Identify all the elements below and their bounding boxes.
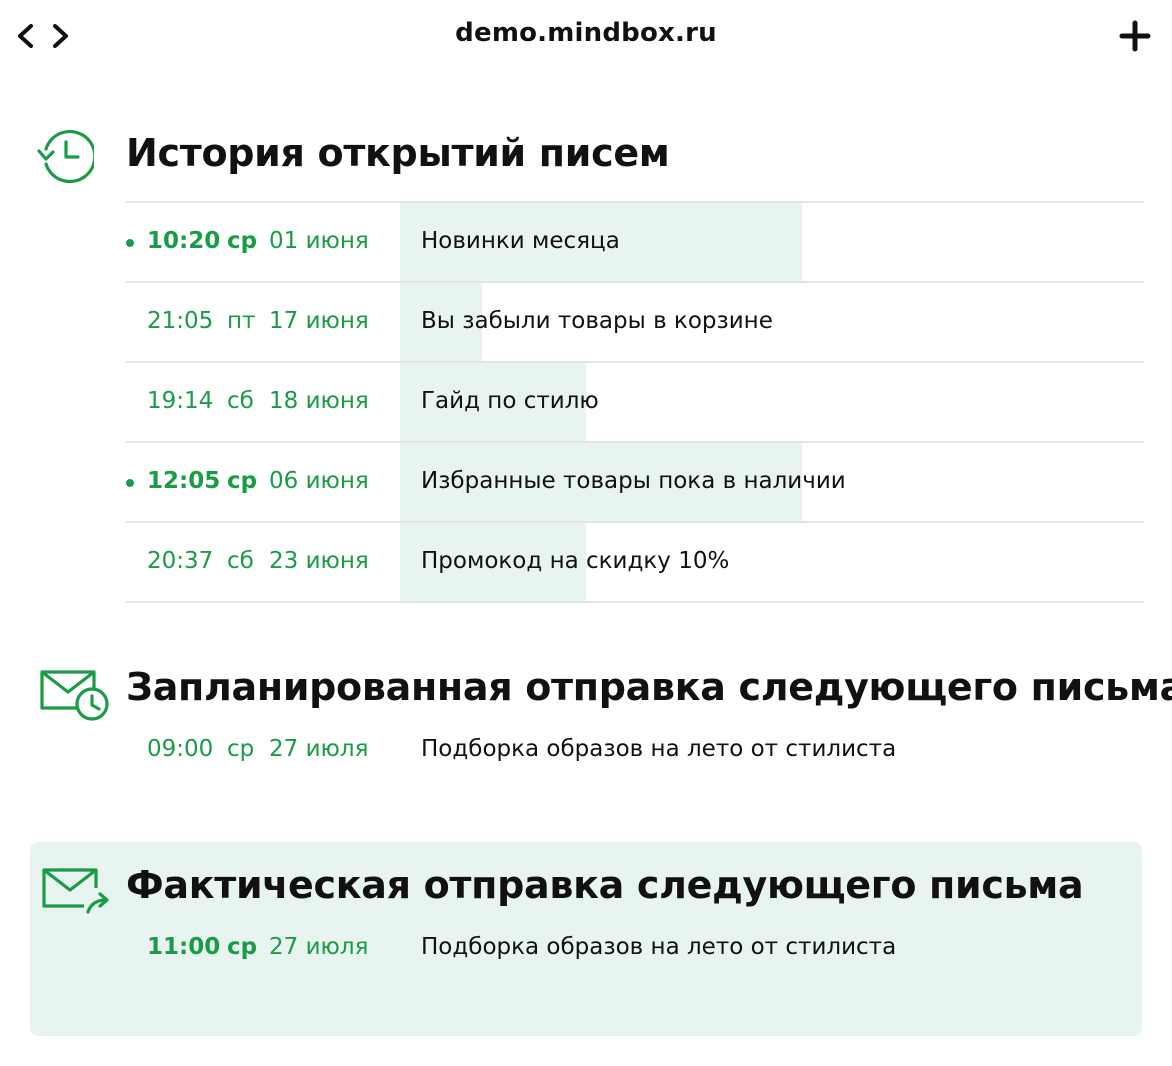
divider — [126, 601, 1144, 603]
actual-time: 11:00 — [147, 934, 221, 960]
email-subject: Промокод на скидку 10% — [421, 548, 730, 574]
mail-clock-icon — [38, 668, 110, 728]
actual-title: Фактическая отправка следующего письма — [126, 863, 1084, 907]
open-date: 17 июня — [269, 308, 369, 334]
open-date: 01 июня — [269, 228, 369, 254]
scheduled-date: 27 июля — [269, 736, 369, 762]
open-time: 21:05 — [147, 308, 214, 334]
scheduled-subject: Подборка образов на лето от стилиста — [421, 736, 897, 762]
scheduled-row: 09:00 ср 27 июля Подборка образов на лет… — [126, 736, 1144, 770]
open-time: 12:05 — [147, 468, 221, 494]
email-subject: Гайд по стилю — [421, 388, 599, 414]
open-time: 19:14 — [147, 388, 214, 414]
history-row[interactable]: 12:05 ср 06 июня Избранные товары пока в на… — [126, 443, 1144, 521]
mail-send-icon — [40, 866, 114, 920]
history-title: История открытий писем — [126, 131, 670, 175]
open-weekday: ср — [227, 228, 258, 254]
address-bar[interactable]: demo.mindbox.ru — [0, 18, 1172, 48]
history-row[interactable]: 21:05 пт 17 июня Вы забыли товары в корзине — [126, 283, 1144, 361]
open-weekday: ср — [227, 468, 258, 494]
history-row[interactable]: 10:20 ср 01 июня Новинки месяца — [126, 203, 1144, 281]
scheduled-time: 09:00 — [147, 736, 214, 762]
open-weekday: сб — [227, 548, 254, 574]
open-time: 20:37 — [147, 548, 214, 574]
plus-icon — [1119, 20, 1151, 52]
actual-day: ср — [227, 934, 258, 960]
highlight-dot-icon — [126, 479, 134, 487]
open-date: 06 июня — [269, 468, 369, 494]
actual-row: 11:00 ср 27 июля Подборка образов на лет… — [126, 934, 1144, 968]
scheduled-title: Запланированная отправка следующего пись… — [126, 665, 1172, 709]
email-subject: Избранные товары пока в наличии — [421, 468, 846, 494]
history-row[interactable]: 20:37 сб 23 июня Промокод на скидку 10% — [126, 523, 1144, 601]
scheduled-day: ср — [227, 736, 255, 762]
open-time: 10:20 — [147, 228, 221, 254]
open-weekday: сб — [227, 388, 254, 414]
actual-date: 27 июля — [269, 934, 369, 960]
open-date: 18 июня — [269, 388, 369, 414]
history-clock-icon — [34, 128, 97, 188]
email-subject: Вы забыли товары в корзине — [421, 308, 773, 334]
highlight-dot-icon — [126, 239, 134, 247]
new-tab-button[interactable] — [1119, 20, 1151, 52]
actual-subject: Подборка образов на лето от стилиста — [421, 934, 897, 960]
open-weekday: пт — [227, 308, 256, 334]
email-subject: Новинки месяца — [421, 228, 620, 254]
history-row[interactable]: 19:14 сб 18 июня Гайд по стилю — [126, 363, 1144, 441]
browser-toolbar: demo.mindbox.ru — [0, 0, 1172, 72]
open-date: 23 июня — [269, 548, 369, 574]
